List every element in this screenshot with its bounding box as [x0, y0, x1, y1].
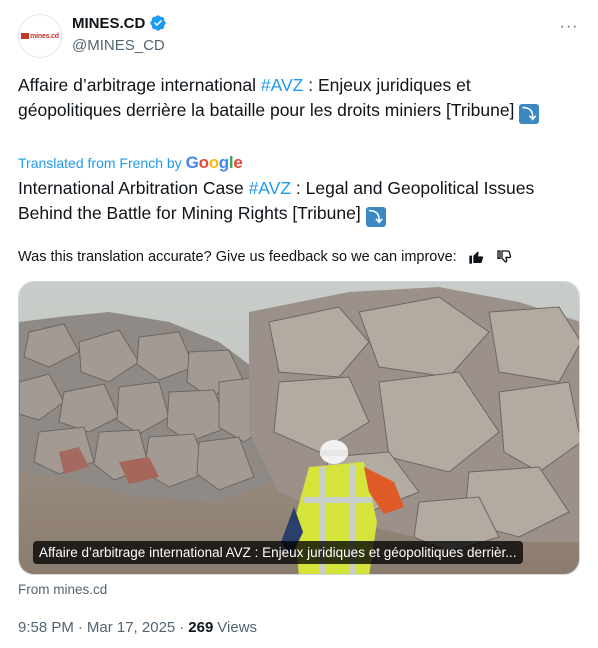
- original-text-start: Affaire d’arbitrage international: [18, 75, 261, 95]
- thumbs-up-icon[interactable]: [467, 248, 485, 266]
- post-time[interactable]: 9:58 PM: [18, 619, 74, 636]
- views-label: Views: [217, 619, 258, 636]
- tweet-translated-text: International Arbitration Case #AVZ : Le…: [18, 176, 574, 227]
- translated-by-label: Translated from French by: [18, 155, 182, 171]
- card-image: [19, 282, 579, 574]
- card-caption: Affaire d’arbitrage international AVZ : …: [33, 541, 523, 564]
- tweet-original-text: Affaire d’arbitrage international #AVZ :…: [18, 73, 574, 124]
- handle[interactable]: @MINES_CD: [72, 37, 165, 54]
- translation-feedback: Was this translation accurate? Give us f…: [18, 248, 513, 266]
- translation-text-start: International Arbitration Case: [18, 178, 249, 198]
- more-options-icon[interactable]: ···: [558, 16, 580, 38]
- avatar[interactable]: mines.cd: [18, 14, 62, 58]
- arrow-down-emoji-icon: ⤵: [519, 104, 540, 124]
- tweet-meta: 9:58 PM · Mar 17, 2025 · 269 Views: [18, 619, 257, 636]
- views-count: 269: [188, 619, 214, 636]
- avatar-logo: mines.cd: [21, 33, 59, 40]
- google-logo: Google: [185, 153, 243, 172]
- separator: ·: [77, 619, 83, 636]
- verified-badge-icon[interactable]: [149, 14, 167, 32]
- hashtag-link[interactable]: #AVZ: [261, 75, 303, 95]
- post-date[interactable]: Mar 17, 2025: [87, 619, 175, 636]
- feedback-question: Was this translation accurate? Give us f…: [18, 249, 457, 265]
- tweet-header: mines.cd MINES.CD @MINES_CD ···: [18, 12, 580, 60]
- separator: ·: [179, 619, 185, 636]
- link-card[interactable]: Affaire d’arbitrage international AVZ : …: [18, 281, 580, 575]
- thumbs-down-icon[interactable]: [495, 248, 513, 266]
- display-name[interactable]: MINES.CD: [72, 15, 145, 32]
- card-source[interactable]: From mines.cd: [18, 582, 107, 597]
- logo-mark-icon: [21, 33, 30, 39]
- translated-by[interactable]: Translated from French by Google: [18, 153, 243, 173]
- name-row: MINES.CD: [72, 14, 167, 32]
- arrow-down-emoji-icon: ⤵: [365, 207, 386, 227]
- hashtag-link[interactable]: #AVZ: [249, 178, 291, 198]
